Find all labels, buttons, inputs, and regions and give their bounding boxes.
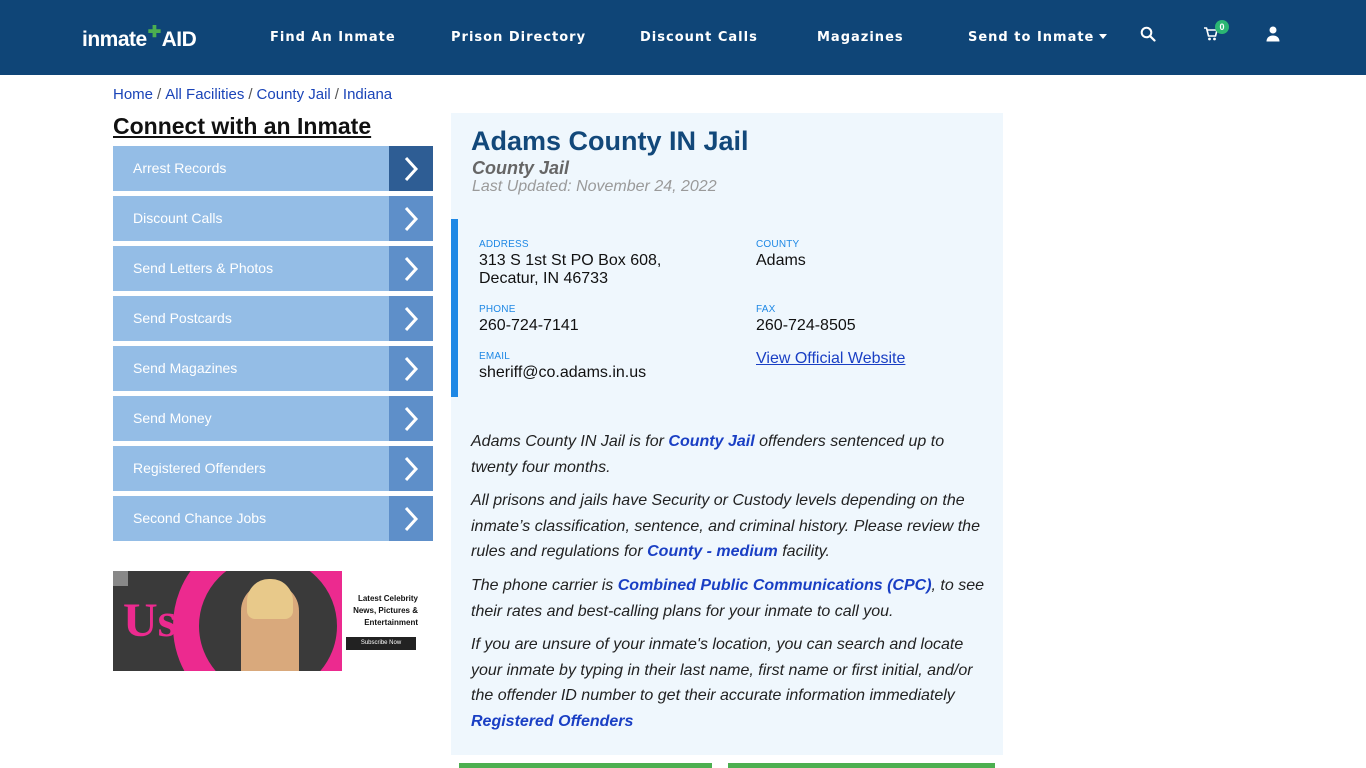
registered-offenders-link[interactable]: Registered Offenders: [471, 713, 633, 730]
green-button-left[interactable]: [459, 763, 712, 768]
facility-info-card: ADDRESS 313 S 1st St PO Box 608, Decatur…: [451, 219, 1003, 397]
menu-item-send-money[interactable]: Send Money: [113, 396, 433, 441]
menu-item-send-magazines[interactable]: Send Magazines: [113, 346, 433, 391]
chevron-right-icon: [389, 246, 433, 291]
description-paragraph-2: All prisons and jails have Security or C…: [471, 492, 980, 560]
chevron-right-icon: [389, 446, 433, 491]
county-label: COUNTY: [756, 239, 800, 250]
fax-value: 260-724-8505: [756, 317, 856, 334]
breadcrumb: Home / All Facilities / County Jail / Indiana: [113, 86, 393, 103]
menu-item-label: Second Chance Jobs: [133, 510, 267, 526]
ad-brand-logo: Us: [123, 594, 177, 647]
menu-item-label: Send Magazines: [133, 360, 238, 376]
top-navbar: inmate ✚ AID Find An Inmate Prison Directo…: [0, 0, 1366, 75]
ad-subscribe-button[interactable]: Subscribe Now: [346, 637, 416, 650]
description-paragraph-3: The phone carrier is Combined Public Com…: [471, 577, 985, 620]
breadcrumb-home[interactable]: Home: [113, 86, 153, 103]
menu-item-arrest-records[interactable]: Arrest Records: [113, 146, 433, 191]
connect-menu: Arrest Records Discount Calls Send Lette…: [113, 146, 433, 546]
description-paragraph-4: If you are unsure of your inmate's locat…: [471, 636, 973, 730]
us-weekly-ad-banner[interactable]: Us Latest Celebrity News, Pictures & Ent…: [113, 571, 433, 671]
menu-item-label: Send Money: [133, 410, 212, 426]
caret-down-icon: [1099, 34, 1108, 39]
breadcrumb-all-facilities[interactable]: All Facilities: [165, 86, 244, 103]
facility-type: County Jail: [472, 158, 570, 178]
last-updated: Last Updated: November 24, 2022: [472, 178, 717, 195]
chevron-right-icon: [389, 496, 433, 541]
fax-label: FAX: [756, 304, 776, 315]
county-value: Adams: [756, 252, 806, 269]
green-button-right[interactable]: [728, 763, 995, 768]
phone-value[interactable]: 260-724-7141: [479, 317, 579, 335]
chevron-right-icon: [389, 296, 433, 341]
menu-item-label: Send Letters & Photos: [133, 260, 274, 276]
chevron-right-icon: [389, 196, 433, 241]
connect-heading: Connect with an Inmate: [113, 113, 372, 139]
official-website-link[interactable]: View Official Website: [756, 350, 905, 368]
logo-text: inmate: [82, 28, 147, 51]
search-icon[interactable]: [1140, 26, 1162, 48]
menu-item-label: Registered Offenders: [133, 460, 266, 476]
user-account-icon[interactable]: [1266, 26, 1288, 48]
nav-find-inmate[interactable]: Find An Inmate: [270, 30, 396, 45]
menu-item-label: Arrest Records: [133, 160, 227, 176]
menu-item-second-chance-jobs[interactable]: Second Chance Jobs: [113, 496, 433, 541]
address-line1: 313 S 1st St PO Box 608,: [479, 252, 662, 269]
address-line2: Decatur, IN 46733: [479, 270, 608, 287]
menu-item-label: Discount Calls: [133, 210, 223, 226]
breadcrumb-indiana[interactable]: Indiana: [343, 86, 392, 103]
phone-label: PHONE: [479, 304, 516, 315]
county-medium-link[interactable]: County - medium: [647, 543, 778, 560]
plus-icon: ✚: [147, 24, 161, 41]
address-label: ADDRESS: [479, 239, 529, 250]
logo-accent: AID: [161, 28, 197, 51]
menu-item-discount-calls[interactable]: Discount Calls: [113, 196, 433, 241]
nav-discount-calls[interactable]: Discount Calls: [640, 30, 758, 45]
county-jail-link[interactable]: County Jail: [668, 433, 754, 450]
menu-item-registered-offenders[interactable]: Registered Offenders: [113, 446, 433, 491]
menu-item-send-letters-photos[interactable]: Send Letters & Photos: [113, 246, 433, 291]
site-logo[interactable]: inmate ✚ AID: [82, 24, 197, 52]
cart-icon[interactable]: 0: [1203, 20, 1229, 48]
nav-send-to-inmate[interactable]: Send to Inmate: [968, 30, 1108, 45]
ad-tagline: Latest Celebrity News, Pictures & Entert…: [353, 594, 418, 627]
email-value[interactable]: sheriff@co.adams.in.us: [479, 364, 646, 382]
description-paragraph-1: Adams County IN Jail is for County Jail …: [471, 433, 945, 476]
nav-send-to-inmate-label: Send to Inmate: [968, 30, 1095, 45]
phone-carrier-link[interactable]: Combined Public Communications (CPC): [618, 577, 932, 594]
ad-close-icon[interactable]: [113, 571, 128, 586]
facility-title: Adams County IN Jail: [471, 126, 749, 156]
email-label: EMAIL: [479, 351, 511, 362]
cart-count-badge: 0: [1215, 20, 1229, 34]
facility-panel: Adams County IN Jail County Jail Last Up…: [451, 113, 1003, 755]
chevron-right-icon: [389, 146, 433, 191]
menu-item-send-postcards[interactable]: Send Postcards: [113, 296, 433, 341]
breadcrumb-county-jail[interactable]: County Jail: [257, 86, 331, 103]
menu-item-label: Send Postcards: [133, 310, 232, 326]
chevron-right-icon: [389, 396, 433, 441]
nav-prison-directory[interactable]: Prison Directory: [451, 30, 586, 45]
nav-magazines[interactable]: Magazines: [817, 30, 904, 45]
chevron-right-icon: [389, 346, 433, 391]
